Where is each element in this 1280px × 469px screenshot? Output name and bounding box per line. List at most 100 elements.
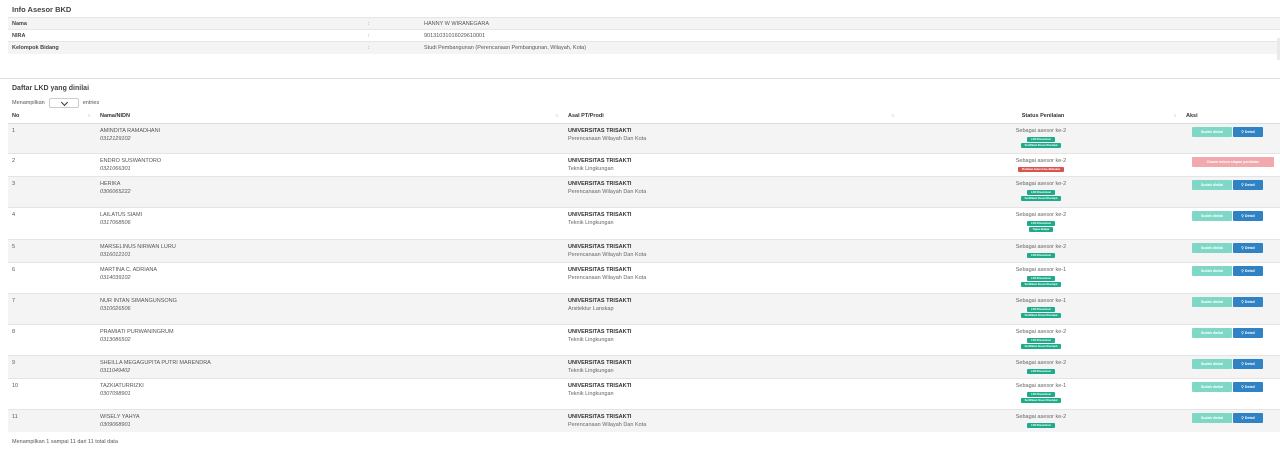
table-row: 1 AMINDITA RAMADHANI 0312129102 UNIVERSITAS… bbox=[8, 122, 1280, 153]
table-row: 6 MARTINA C. ADRIANA 0314039102 UNIVERSITAS… bbox=[8, 261, 1280, 293]
cell-nama: SHEILLA MEGAGUPITA PUTRI MARENDRA 0311049… bbox=[96, 354, 564, 378]
university-name: UNIVERSITAS TRISAKTI bbox=[568, 359, 632, 366]
detail-button[interactable]: ⚲ Detail bbox=[1233, 242, 1263, 253]
assessed-button[interactable]: Sudah dinilai bbox=[1192, 265, 1232, 276]
search-icon: ⚲ bbox=[1241, 213, 1244, 218]
column-header-status[interactable]: Status Penilaian ↑↓ bbox=[900, 110, 1182, 124]
study-program: Teknik Lingkungan bbox=[568, 367, 614, 374]
assessor-role: Sebagai asesor ke-1 bbox=[1015, 382, 1067, 389]
assessed-button[interactable]: Sudah dinilai bbox=[1192, 412, 1232, 423]
cell-no: 3 bbox=[8, 175, 96, 207]
info-separator: : bbox=[364, 29, 420, 42]
entries-length-select[interactable] bbox=[48, 97, 79, 108]
detail-button[interactable]: ⚲ Detail bbox=[1233, 327, 1263, 338]
cell-status: Sebagai asesor ke-1 LKD Diseminasi Sertifi… bbox=[900, 261, 1182, 293]
table-row: 2 ENDRO SUSWANTORO 0321066301 UNIVERSITAS T… bbox=[8, 152, 1280, 176]
cell-asal: UNIVERSITAS TRISAKTI Teknik Lingkungan bbox=[564, 354, 900, 378]
table-row: 10 TAZKIATURRIZKI 0307098901 UNIVERSITAS TR… bbox=[8, 377, 1280, 409]
study-program: Teknik Lingkungan bbox=[568, 390, 614, 397]
study-program: Teknik Lingkungan bbox=[568, 219, 614, 226]
info-asesor-title: Info Asesor BKD bbox=[12, 5, 72, 14]
section-divider bbox=[0, 78, 1280, 79]
cell-aksi: Sudah dinilai ⚲ Detail bbox=[1182, 261, 1280, 293]
cell-aksi: Sudah dinilai ⚲ Detail bbox=[1182, 122, 1280, 153]
study-program: Perencanaan Wilayah Dan Kota bbox=[568, 274, 647, 281]
table-row: 7 NUR INTAN SIMANGUNSONG 0310026506 UNIVERS… bbox=[8, 292, 1280, 324]
status-badge: LKD Diseminasi bbox=[1027, 275, 1055, 281]
lecturer-nidn: 0312129102 bbox=[100, 135, 131, 142]
search-icon: ⚲ bbox=[1241, 330, 1244, 335]
cell-no: 5 bbox=[8, 238, 96, 262]
search-icon: ⚲ bbox=[1241, 415, 1244, 420]
status-badge: Sertifikasi Dosen Disetujui bbox=[1020, 343, 1062, 349]
lecturer-nidn: 0314039102 bbox=[100, 274, 131, 281]
lecturer-nidn: 0321066301 bbox=[100, 165, 131, 172]
table-info-footer: Menampilkan 1 sampai 11 dari 11 total da… bbox=[12, 439, 118, 445]
pending-assessment-button[interactable]: Dosen belum siapan penilaian bbox=[1192, 156, 1274, 167]
detail-button[interactable]: ⚲ Detail bbox=[1233, 265, 1263, 276]
assessed-button[interactable]: Sudah dinilai bbox=[1192, 179, 1232, 190]
detail-button[interactable]: ⚲ Detail bbox=[1233, 126, 1263, 137]
table-header-row: No ↑↓ Nama/NIDN ↑↓ Asal PT/Prodi ↑↓ Status … bbox=[8, 110, 1280, 124]
lecturer-name: PRAMIATI PURWANINGRUM bbox=[100, 328, 174, 335]
status-badge: Sertifikasi Dosen Disetujui bbox=[1020, 142, 1062, 148]
cell-nama: LAILATUS SIAMI 0317068506 bbox=[96, 206, 564, 239]
column-header-asal[interactable]: Asal PT/Prodi ↑↓ bbox=[564, 110, 900, 124]
cell-aksi: Sudah dinilai ⚲ Detail bbox=[1182, 323, 1280, 355]
lecturer-name: NUR INTAN SIMANGUNSONG bbox=[100, 297, 177, 304]
cell-status: Sebagai asesor ke-2 LKD Diseminasi bbox=[900, 408, 1182, 432]
detail-button[interactable]: ⚲ Detail bbox=[1233, 381, 1263, 392]
cell-nama: MARTINA C. ADRIANA 0314039102 bbox=[96, 261, 564, 293]
cell-no: 11 bbox=[8, 408, 96, 432]
column-header-nama[interactable]: Nama/NIDN ↑↓ bbox=[96, 110, 564, 124]
detail-button[interactable]: ⚲ Detail bbox=[1233, 210, 1263, 221]
study-program: Perencanaan Wilayah Dan Kota bbox=[568, 251, 647, 258]
info-value: Studi Pembangunan (Perencanaan Pembangun… bbox=[420, 41, 1280, 54]
status-badge: Sertifikasi Dosen Disetujui bbox=[1020, 312, 1062, 318]
university-name: UNIVERSITAS TRISAKTI bbox=[568, 266, 632, 273]
cell-asal: UNIVERSITAS TRISAKTI Teknik Lingkungan bbox=[564, 152, 900, 176]
assessed-button[interactable]: Sudah dinilai bbox=[1192, 296, 1232, 307]
detail-button[interactable]: ⚲ Detail bbox=[1233, 179, 1263, 190]
assessor-role: Sebagai asesor ke-2 bbox=[1015, 328, 1067, 335]
status-badge: LKD Diseminasi bbox=[1027, 306, 1055, 312]
detail-button[interactable]: ⚲ Detail bbox=[1233, 358, 1263, 369]
university-name: UNIVERSITAS TRISAKTI bbox=[568, 413, 632, 420]
lecturer-name: TAZKIATURRIZKI bbox=[100, 382, 144, 389]
cell-asal: UNIVERSITAS TRISAKTI Perencanaan Wilayah … bbox=[564, 408, 900, 432]
detail-button[interactable]: ⚲ Detail bbox=[1233, 412, 1263, 423]
table-row: 5 MARSELINUS NIRWAN LURU 0316012101 UNIVERS… bbox=[8, 238, 1280, 262]
column-header-aksi: Aksi bbox=[1182, 110, 1280, 124]
column-header-no[interactable]: No ↑↓ bbox=[8, 110, 96, 124]
lkd-table-body: 1 AMINDITA RAMADHANI 0312129102 UNIVERSITAS… bbox=[8, 122, 1280, 432]
info-row-nira: NIRA : 90131031016029610001 bbox=[8, 29, 1280, 42]
cell-status: Sebagai asesor ke-2 LKD Diseminasi Sertifi… bbox=[900, 122, 1182, 153]
table-row: 4 LAILATUS SIAMI 0317068506 UNIVERSITAS TRI… bbox=[8, 206, 1280, 239]
lecturer-name: ENDRO SUSWANTORO bbox=[100, 157, 162, 164]
university-name: UNIVERSITAS TRISAKTI bbox=[568, 243, 632, 250]
assessed-button[interactable]: Sudah dinilai bbox=[1192, 126, 1232, 137]
assessed-button[interactable]: Sudah dinilai bbox=[1192, 210, 1232, 221]
cell-aksi: Sudah dinilai ⚲ Detail bbox=[1182, 175, 1280, 207]
assessed-button[interactable]: Sudah dinilai bbox=[1192, 381, 1232, 392]
study-program: Teknik Lingkungan bbox=[568, 336, 614, 343]
cell-asal: UNIVERSITAS TRISAKTI Perencanaan Wilayah … bbox=[564, 175, 900, 207]
assessed-button[interactable]: Sudah dinilai bbox=[1192, 358, 1232, 369]
cell-no: 1 bbox=[8, 122, 96, 153]
study-program: Perencanaan Wilayah Dan Kota bbox=[568, 421, 647, 428]
status-badge: LKD Diseminasi bbox=[1027, 391, 1055, 397]
table-row: 8 PRAMIATI PURWANINGRUM 0313086502 UNIVERSI… bbox=[8, 323, 1280, 355]
lkd-title: Daftar LKD yang dinilai bbox=[12, 85, 90, 92]
cell-status: Sebagai asesor ke-2 Penilaian belum bisa … bbox=[900, 152, 1182, 176]
assessed-button[interactable]: Sudah dinilai bbox=[1192, 327, 1232, 338]
info-value: 90131031016029610001 bbox=[420, 29, 1280, 42]
assessed-button[interactable]: Sudah dinilai bbox=[1192, 242, 1232, 253]
university-name: UNIVERSITAS TRISAKTI bbox=[568, 382, 632, 389]
study-program: Perencanaan Wilayah Dan Kota bbox=[568, 135, 647, 142]
assessor-role: Sebagai asesor ke-2 bbox=[1015, 211, 1067, 218]
assessor-role: Sebagai asesor ke-2 bbox=[1015, 157, 1067, 164]
cell-no: 10 bbox=[8, 377, 96, 409]
status-badge: Sertifikasi Dosen Disetujui bbox=[1020, 195, 1062, 201]
cell-asal: UNIVERSITAS TRISAKTI Perencanaan Wilayah … bbox=[564, 261, 900, 293]
detail-button[interactable]: ⚲ Detail bbox=[1233, 296, 1263, 307]
